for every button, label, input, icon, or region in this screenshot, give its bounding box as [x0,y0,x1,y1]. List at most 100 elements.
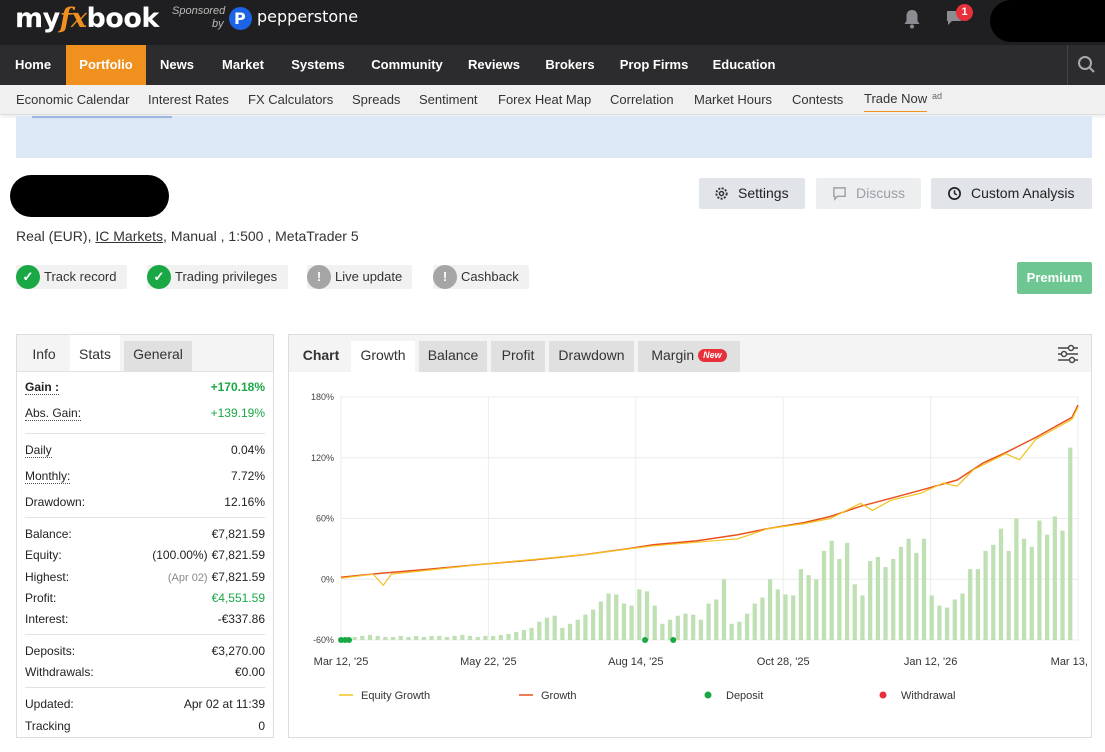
activity-bar [390,636,396,640]
nav-systems[interactable]: Systems [281,45,355,85]
tab-profit[interactable]: Profit [491,341,545,372]
discuss-button[interactable]: Discuss [816,178,921,209]
activity-bar [1029,546,1034,640]
y-tick-label: 120% [311,453,334,463]
sliders-icon[interactable] [1057,343,1079,365]
subnav-economic-calendar[interactable]: Economic Calendar [16,85,129,114]
activity-bar [514,631,519,640]
divider [25,634,265,635]
growth-chart[interactable]: 180% 120% 60% 0% -60% Mar 12, '25 May 22, '25 A… [289,372,1091,737]
legend-label: Equity Growth [361,690,430,702]
activity-bar [567,623,573,640]
activity-bar [791,595,796,640]
tab-general[interactable]: General [124,341,192,371]
tab-info[interactable]: Info [23,335,65,371]
custom-analysis-button[interactable]: Custom Analysis [931,178,1092,209]
subnav-contests[interactable]: Contests [792,85,843,114]
tab-stats[interactable]: Stats [70,335,120,371]
pepperstone-logo-icon[interactable]: P [229,7,252,30]
y-tick-label: 60% [316,514,334,524]
tab-growth[interactable]: Growth [351,341,415,372]
activity-bar [614,594,619,640]
activity-bar [929,595,934,640]
chart-title: Chart [302,347,340,363]
activity-bar [352,636,357,640]
nav-community[interactable]: Community [362,45,452,85]
activity-bar [683,613,688,640]
check-icon: ✓ [16,265,40,289]
myfxbook-logo[interactable]: myfxbook [15,3,159,34]
y-tick-label: -60% [313,635,334,645]
nav-search-button[interactable] [1067,45,1105,85]
bell-icon[interactable] [903,9,921,29]
subnav-trade-now[interactable]: Trade Now [864,87,928,112]
activity-bar [998,528,1004,640]
activity-bar [814,579,819,640]
activity-bar [406,636,411,640]
activity-bar [583,614,588,640]
activity-bar [591,609,596,640]
y-tick-label: 0% [321,574,334,584]
ad-label: ad [932,91,943,101]
activity-bar [498,634,503,640]
nav-education[interactable]: Education [705,45,783,85]
legend-label: Withdrawal [901,690,955,702]
subnav-interest-rates[interactable]: Interest Rates [148,85,229,114]
live-update-badge[interactable]: ! Live update [307,265,412,289]
tab-margin[interactable]: Margin New [638,341,740,372]
stats-panel: Info Stats General Gain : +170.18% Abs. G… [16,334,274,738]
subnav-spreads[interactable]: Spreads [352,85,400,114]
x-tick-label: Mar 13, '26 [1051,656,1091,668]
activity-bar [529,627,534,640]
nav-prop-firms[interactable]: Prop Firms [612,45,696,85]
y-tick-label: 180% [311,392,334,402]
nav-reviews[interactable]: Reviews [461,45,527,85]
activity-bar [444,636,450,640]
activity-bar [829,540,834,640]
deposit-marker [670,637,677,643]
activity-bar [914,552,919,640]
activity-bar [691,614,696,640]
activity-bar [806,575,811,640]
activity-bar [606,593,611,640]
subnav-forex-heat-map[interactable]: Forex Heat Map [498,85,591,114]
chat-count-badge[interactable]: 1 [956,4,973,21]
cashback-badge[interactable]: ! Cashback [433,265,529,289]
trading-privileges-badge[interactable]: ✓ Trading privileges [147,265,288,289]
activity-bar [475,636,480,640]
divider [25,433,265,434]
activity-bar [952,599,957,640]
ad-banner[interactable] [16,116,1092,158]
check-icon: ✓ [147,265,171,289]
settings-button[interactable]: Settings [699,178,805,209]
nav-portfolio[interactable]: Portfolio [66,45,146,85]
broker-link[interactable]: IC Markets [95,228,163,244]
x-tick-label: May 22, '25 [460,656,517,668]
sponsor-name[interactable]: pepperstone [257,7,358,26]
premium-button[interactable]: Premium [1017,262,1092,294]
subnav-fx-calculators[interactable]: FX Calculators [248,85,333,114]
nav-brokers[interactable]: Brokers [537,45,603,85]
activity-bar [721,579,727,640]
activity-bar [898,546,904,640]
exclamation-icon: ! [307,265,331,289]
track-record-badge[interactable]: ✓ Track record [16,265,127,289]
tab-drawdown[interactable]: Drawdown [549,341,634,372]
subnav-correlation[interactable]: Correlation [610,85,674,114]
tab-balance[interactable]: Balance [419,341,487,372]
activity-bar [452,635,457,640]
legend-withdrawal-swatch [879,691,887,699]
activity-bar [783,594,788,640]
activity-bar [883,567,888,640]
subnav-market-hours[interactable]: Market Hours [694,85,772,114]
activity-bar [644,591,650,640]
nav-market[interactable]: Market [213,45,273,85]
nav-news[interactable]: News [148,45,206,85]
nav-home[interactable]: Home [0,45,66,85]
activity-bar [637,589,642,640]
user-avatar-redacted[interactable] [990,0,1105,42]
activity-bar [921,538,927,640]
subnav-sentiment[interactable]: Sentiment [419,85,478,114]
activity-bar [737,621,742,640]
activity-bar [552,615,557,640]
